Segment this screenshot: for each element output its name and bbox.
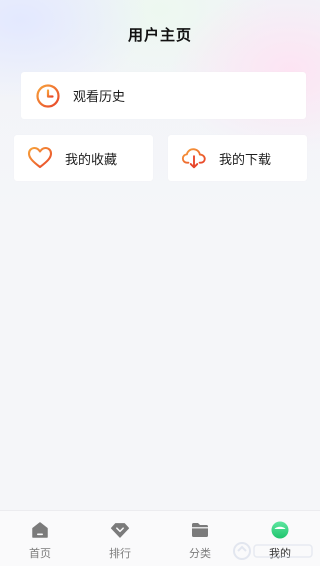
favorites-card[interactable]: 我的收藏: [14, 135, 153, 181]
tab-home-label: 首页: [29, 547, 51, 560]
tab-profile[interactable]: 我的: [240, 511, 320, 566]
ranking-diamond-icon: [110, 520, 130, 540]
folder-icon: [190, 520, 210, 540]
tab-ranking-label: 排行: [109, 547, 131, 560]
tab-profile-label: 我的: [269, 547, 291, 560]
tab-home[interactable]: 首页: [0, 511, 80, 566]
clock-icon: [35, 83, 61, 109]
page-background: 用户主页 观看历史 我的收藏 我的下载 首页 排行 分类 我的: [0, 0, 320, 566]
tab-category-label: 分类: [189, 547, 211, 560]
tab-category[interactable]: 分类: [160, 511, 240, 566]
page-title: 用户主页: [127, 26, 192, 44]
bottom-tab-bar: 首页 排行 分类 我的: [0, 510, 320, 566]
history-card[interactable]: 观看历史: [21, 72, 306, 119]
cloud-download-icon: [181, 145, 207, 171]
downloads-label: 我的下载: [219, 152, 272, 168]
favorites-label: 我的收藏: [65, 152, 118, 168]
tab-ranking[interactable]: 排行: [80, 511, 160, 566]
heart-icon: [27, 145, 53, 171]
profile-icon: [270, 520, 290, 540]
downloads-card[interactable]: 我的下载: [168, 135, 307, 181]
home-icon: [30, 520, 50, 540]
history-label: 观看历史: [73, 90, 126, 105]
